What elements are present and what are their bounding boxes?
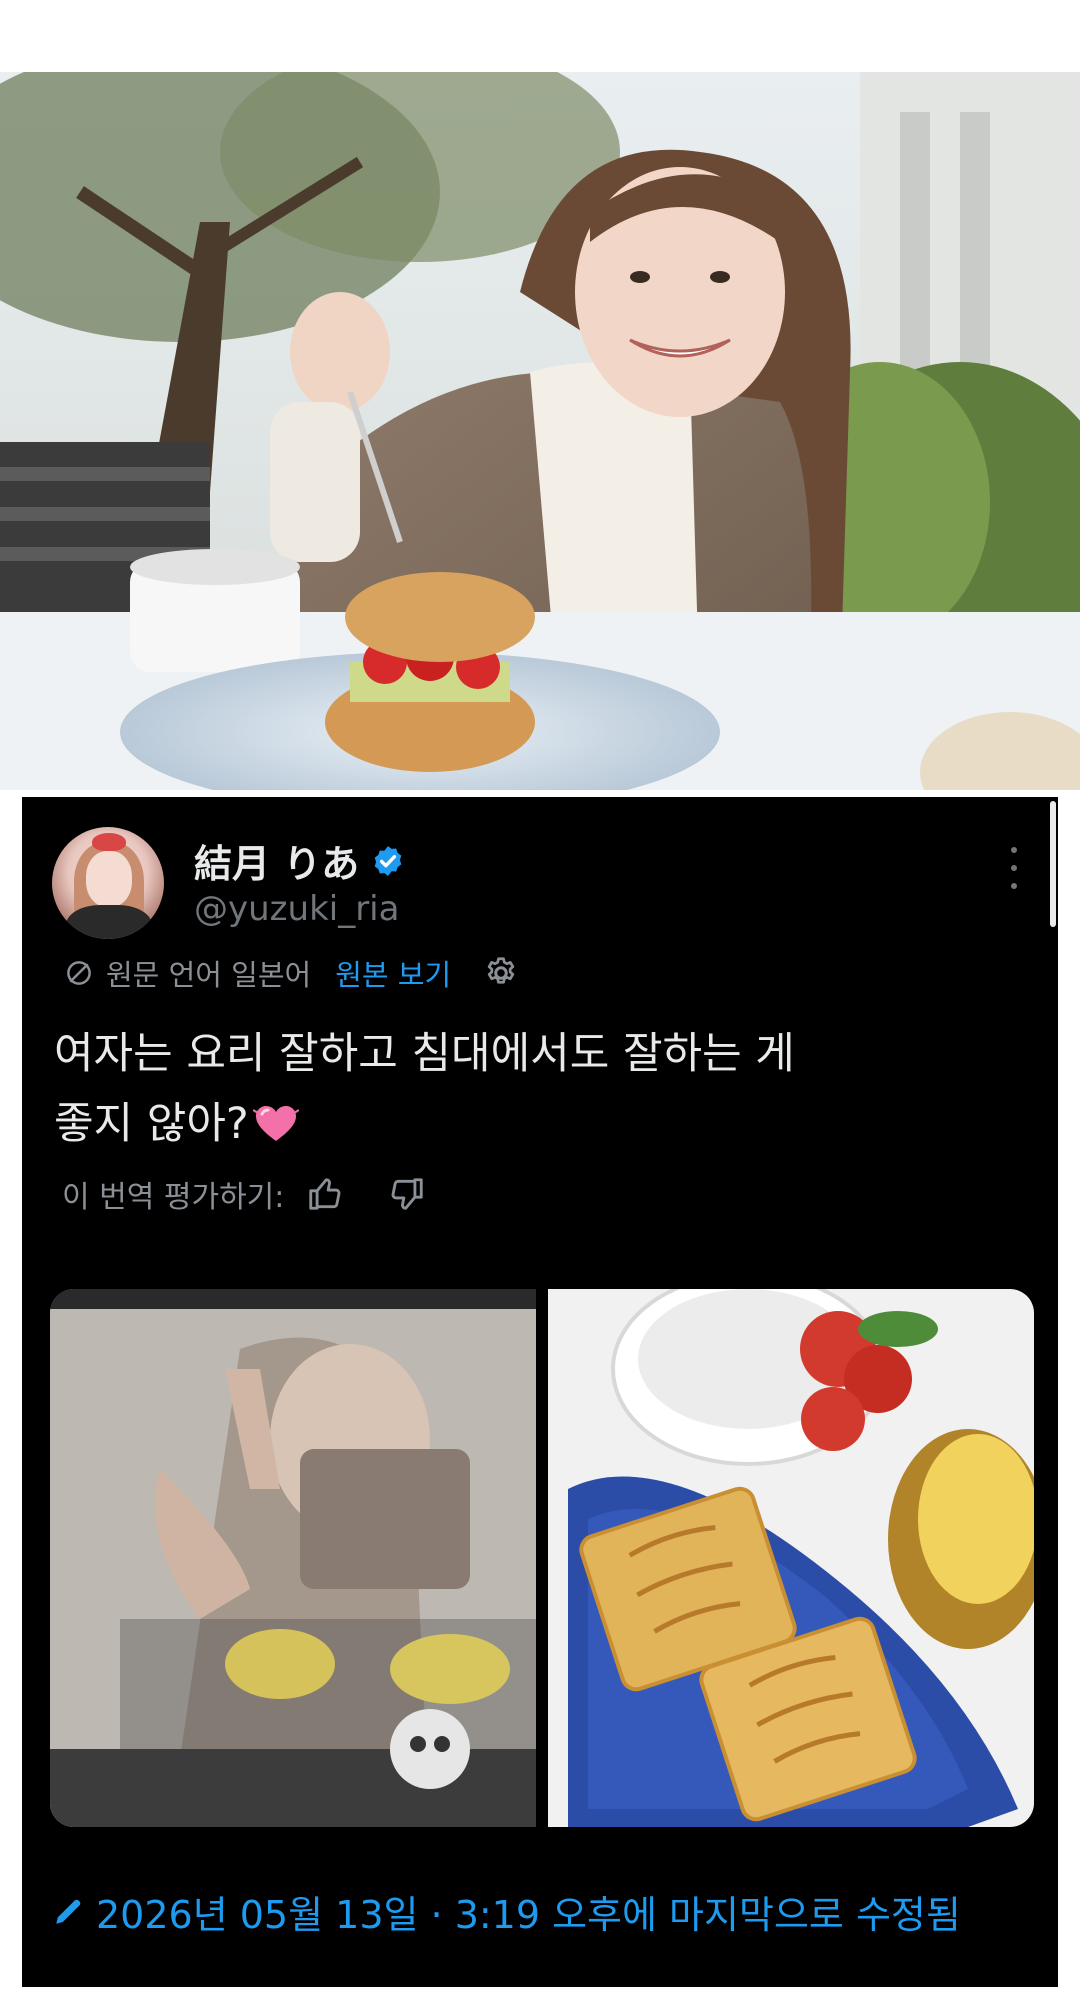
- tweet-text-line2: 좋지 않아?: [54, 1099, 249, 1149]
- translation-source-label: 원문 언어 일본어: [106, 958, 312, 992]
- thumb-down-icon[interactable]: [388, 1175, 426, 1213]
- tweet-text: 여자는 요리 잘하고 침대에서도 잘하는 게 좋지 않아?: [54, 1019, 1014, 1159]
- tweet-text-line2-wrap: 좋지 않아?: [54, 1089, 1014, 1159]
- verified-badge-icon: [374, 845, 402, 876]
- oven-selfie-image: [50, 1289, 536, 1827]
- last-edited-link[interactable]: 2026년 05월 13일 · 3:19 오후에 마지막으로 수정됨: [52, 1883, 961, 1939]
- display-name-text[interactable]: 結月 りあ: [194, 833, 359, 888]
- translation-bar: 원문 언어 일본어 원본 보기: [64, 949, 519, 997]
- thumb-up-icon[interactable]: [306, 1175, 344, 1213]
- tweet-text-line1: 여자는 요리 잘하고 침대에서도 잘하는 게: [54, 1029, 795, 1079]
- media-grid: [50, 1289, 1034, 1827]
- gear-icon[interactable]: [483, 955, 519, 991]
- rate-translation-label: 이 번역 평가하기:: [62, 1180, 285, 1215]
- pink-heart-emoji-icon: [252, 1106, 299, 1141]
- view-original-link[interactable]: 원본 보기: [335, 952, 451, 994]
- avatar[interactable]: [52, 827, 164, 939]
- handle[interactable]: @yuzuki_ria: [194, 889, 399, 929]
- translate-icon: [67, 961, 91, 985]
- rate-translation-row: 이 번역 평가하기:: [62, 1167, 426, 1221]
- last-edited-text[interactable]: 2026년 05월 13일 · 3:19 오후에 마지막으로 수정됨: [96, 1884, 961, 1939]
- tweet-card: 結月 りあ @yuzuki_ria 원문 언어 일본어 원본 보기 여자는 요리…: [22, 797, 1058, 1987]
- cafe-photo-image: [0, 72, 1080, 790]
- apple-pie-meal-image: [548, 1289, 1034, 1827]
- media-image-apple-pies[interactable]: [548, 1289, 1034, 1827]
- more-dots-icon[interactable]: [1008, 847, 1020, 889]
- top-photo: [0, 72, 1080, 790]
- display-name[interactable]: 結月 りあ: [194, 833, 405, 888]
- scrollbar-thumb[interactable]: [1050, 801, 1056, 927]
- pencil-icon: [56, 1899, 81, 1924]
- media-image-oven-selfie[interactable]: [50, 1289, 536, 1827]
